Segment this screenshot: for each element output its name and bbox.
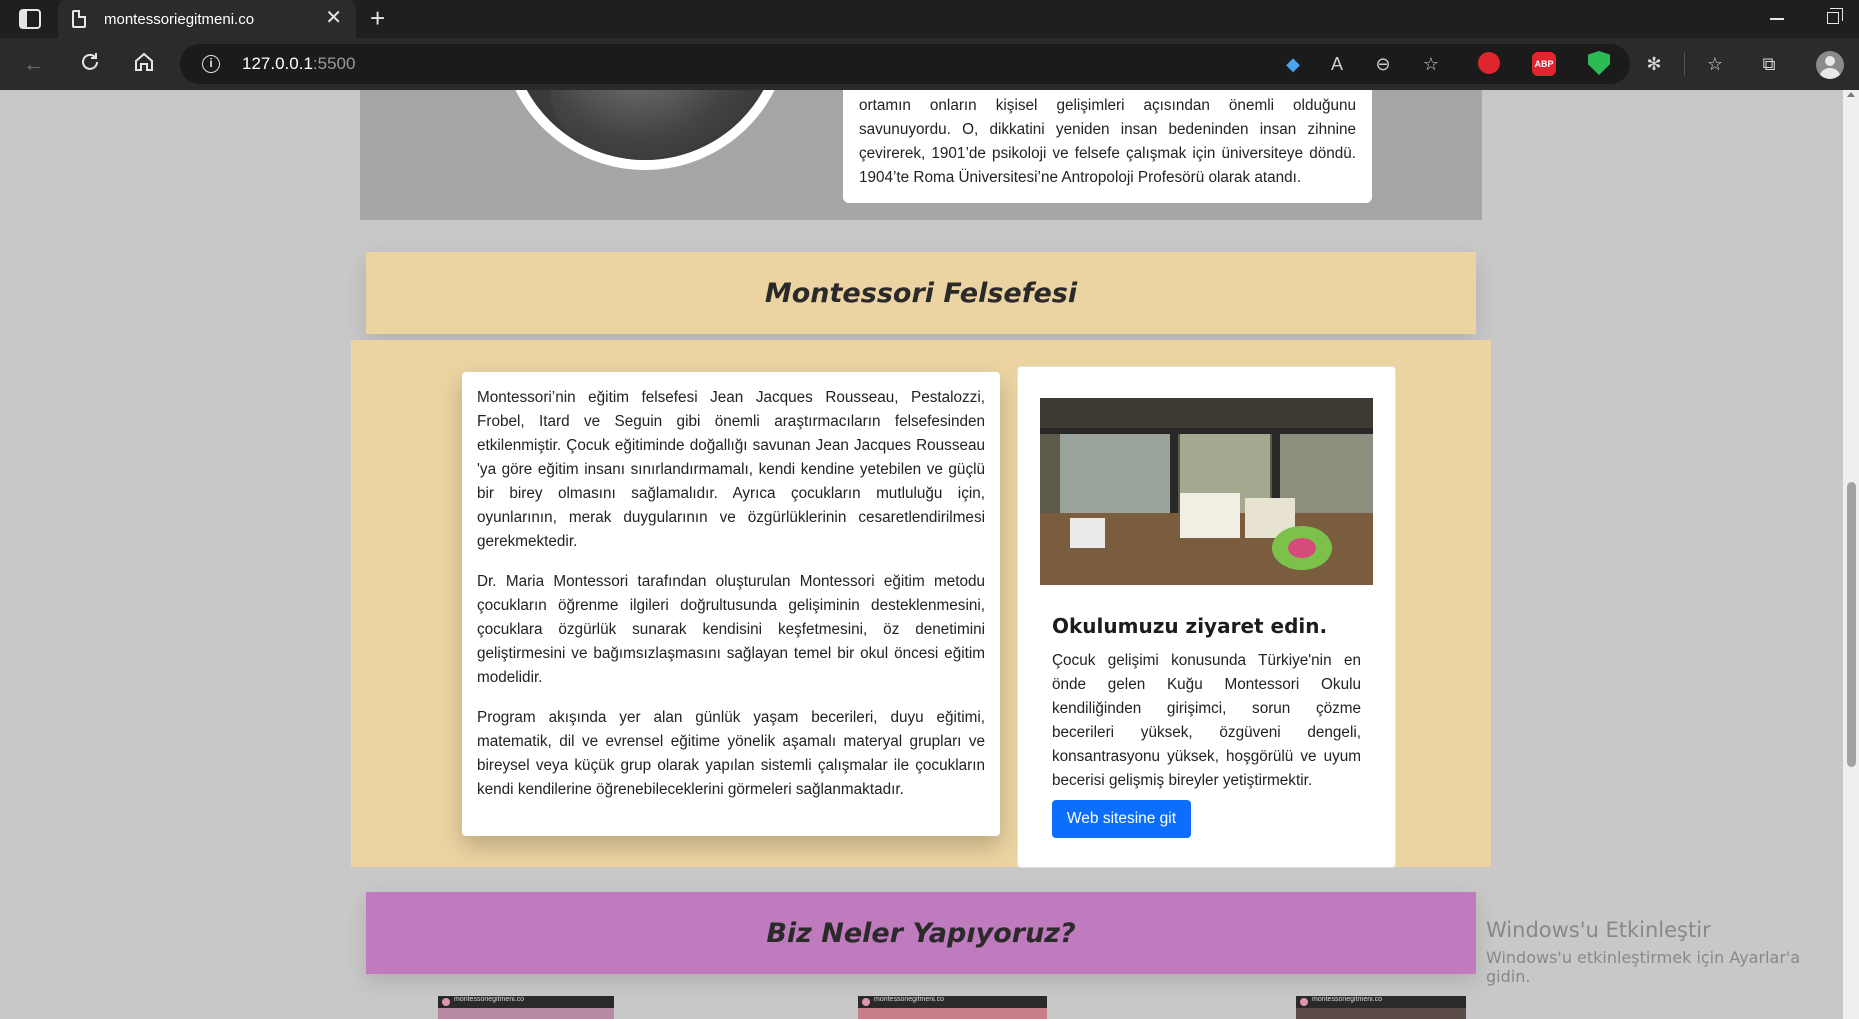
abp-extension-icon[interactable]: ABP <box>1532 52 1556 76</box>
neler-header: Biz Neler Yapıyoruz? <box>366 892 1476 974</box>
felsefe-heading: Montessori Felsefesi <box>764 277 1078 309</box>
favorites-icon[interactable]: ☆ <box>1702 51 1728 77</box>
visit-school-card: Okulumuzu ziyaret edin. Çocuk gelişimi k… <box>1017 366 1396 868</box>
visit-website-button[interactable]: Web sitesine git <box>1052 800 1191 838</box>
tab-actions-icon[interactable] <box>18 8 42 30</box>
restore-icon[interactable] <box>1827 8 1843 24</box>
scroll-up-arrow-icon[interactable] <box>1847 92 1855 97</box>
page-scrollbar[interactable] <box>1843 90 1859 1019</box>
school-photo <box>1040 398 1373 585</box>
visit-description: Çocuk gelişimi konusunda Türkiye'nin en … <box>1052 652 1361 789</box>
site-info-icon[interactable]: i <box>202 55 220 73</box>
address-bar[interactable]: i 127.0.0.1:5500 ◆ A ⊖ ☆ <box>180 44 1630 84</box>
collections-icon[interactable]: ⧉ <box>1756 51 1782 77</box>
url-text[interactable]: 127.0.0.1:5500 <box>242 54 355 74</box>
felsefe-paragraph: Dr. Maria Montessori tarafından oluşturu… <box>477 573 985 686</box>
video-thumbnail[interactable]: montessoriegitmeni.co <box>438 996 614 1019</box>
profile-avatar[interactable] <box>1816 51 1844 79</box>
felsefe-paragraph: Program akışında yer alan günlük yaşam b… <box>477 709 985 798</box>
video-thumbnail[interactable]: montessoriegitmeni.co <box>858 996 1047 1019</box>
page-viewport: ortamın onların kişisel gelişimleri açıs… <box>0 90 1843 1019</box>
extensions-icon[interactable]: ✻ <box>1641 51 1667 77</box>
back-icon[interactable]: ← <box>20 50 48 78</box>
adblock-extension-icon[interactable] <box>1478 52 1500 74</box>
felsefe-text-card: Montessori’nin eğitim felsefesi Jean Jac… <box>462 372 1000 836</box>
felsefe-header: Montessori Felsefesi <box>366 252 1476 334</box>
browser-toolbar: ← i 127.0.0.1:5500 ◆ A ⊖ ☆ ABP ✻ ☆ ⧉ <box>0 38 1859 90</box>
tab-title: montessoriegitmeni.co <box>104 11 255 28</box>
watermark-title: Windows'u Etkinleştir <box>1486 918 1711 942</box>
new-tab-icon[interactable]: + <box>370 5 385 31</box>
page-icon <box>72 10 86 28</box>
browser-tab-bar: montessoriegitmeni.co ✕ + <box>0 0 1859 38</box>
biography-text: ortamın onların kişisel gelişimleri açıs… <box>859 97 1356 186</box>
browser-tab[interactable]: montessoriegitmeni.co ✕ <box>58 0 356 38</box>
felsefe-paragraph: Montessori’nin eğitim felsefesi Jean Jac… <box>477 389 985 550</box>
reload-icon[interactable] <box>76 50 104 78</box>
read-aloud-icon[interactable]: A <box>1324 51 1350 77</box>
watermark-subtitle: Windows'u etkinleştirmek için Ayarlar'a … <box>1486 948 1801 986</box>
biography-card: ortamın onların kişisel gelişimleri açıs… <box>843 90 1372 203</box>
visit-title: Okulumuzu ziyaret edin. <box>1052 614 1328 638</box>
video-thumbnail[interactable]: montessoriegitmeni.co <box>1296 996 1466 1019</box>
minimize-icon[interactable] <box>1770 18 1784 20</box>
toolbar-divider <box>1684 52 1685 76</box>
zoom-out-icon[interactable]: ⊖ <box>1370 51 1396 77</box>
scroll-thumb[interactable] <box>1847 482 1856 767</box>
neler-heading: Biz Neler Yapıyoruz? <box>766 917 1076 949</box>
windows-activation-watermark: Windows'u Etkinleştir Windows'u etkinleş… <box>1486 918 1843 986</box>
add-favorite-icon[interactable]: ☆ <box>1418 51 1444 77</box>
home-icon[interactable] <box>130 50 158 78</box>
tag-icon[interactable]: ◆ <box>1280 51 1306 77</box>
close-tab-icon[interactable]: ✕ <box>325 8 342 28</box>
